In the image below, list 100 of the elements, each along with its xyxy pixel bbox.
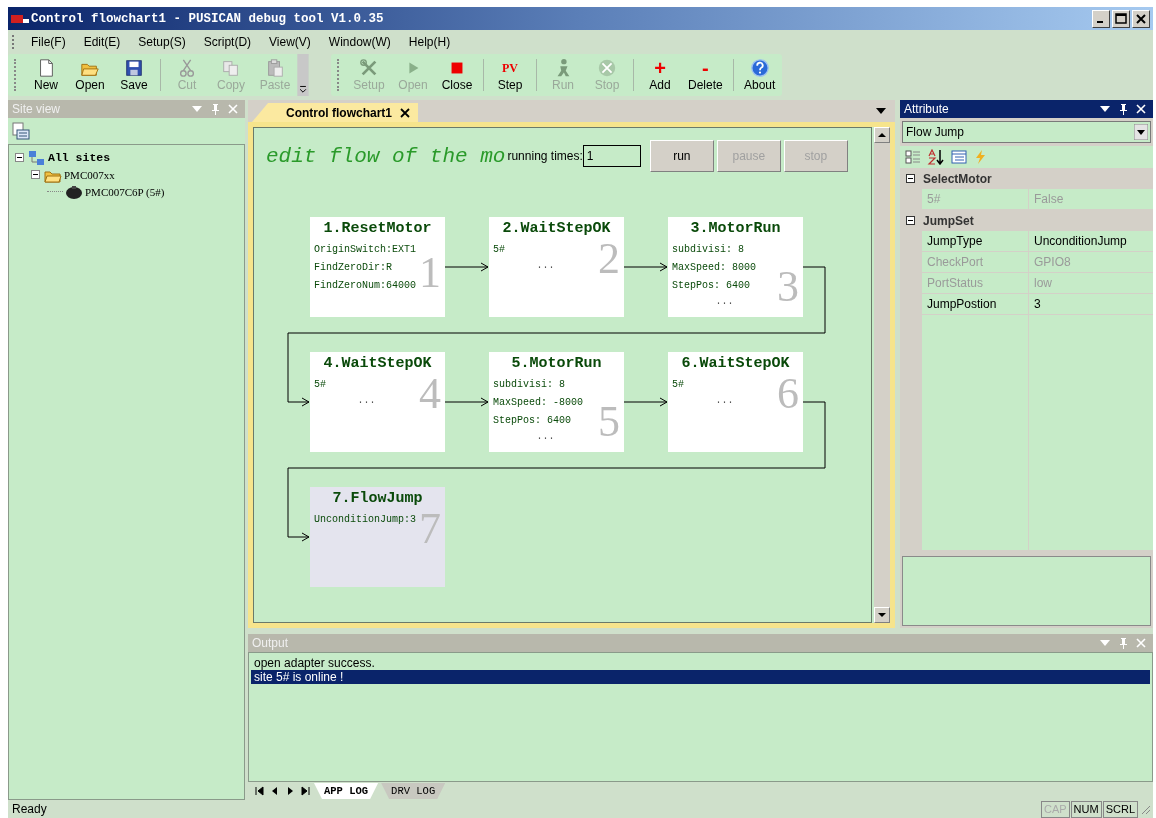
flow-node[interactable]: 6.WaitStepOK 5# ... 6 xyxy=(668,352,803,452)
connector-arrow xyxy=(623,397,668,407)
sort-alpha-icon[interactable] xyxy=(927,149,945,165)
node-title: 6.WaitStepOK xyxy=(680,354,791,374)
node-text: FindZeroDir:R xyxy=(314,261,393,275)
node-text: 5# xyxy=(314,378,327,392)
connector-arrow xyxy=(444,397,489,407)
help-icon xyxy=(749,58,770,78)
menu-item[interactable]: Edit(E) xyxy=(74,34,130,49)
panel-title: Output xyxy=(252,636,290,650)
collapse-icon[interactable] xyxy=(15,153,24,162)
log-tab[interactable]: DRV LOG xyxy=(381,783,446,799)
network-icon xyxy=(28,149,46,166)
tree-item[interactable]: All sites xyxy=(48,151,111,164)
flow-node[interactable]: 5.MotorRun subdivisi: 8 MaxSpeed: -8000 StepPos: 6400 ... 5 xyxy=(489,352,624,452)
categorized-icon[interactable] xyxy=(905,149,921,165)
toolbar-button[interactable]: Open xyxy=(68,54,112,96)
scroll-up-icon[interactable] xyxy=(874,127,890,143)
node-text: ... xyxy=(714,295,735,309)
clipboard-icon xyxy=(265,58,285,78)
panel-title: Site view xyxy=(12,102,62,116)
property-name[interactable]: JumpType xyxy=(922,231,1028,252)
property-category: SelectMotor xyxy=(923,171,992,186)
node-title: 7.FlowJump xyxy=(331,489,424,509)
node-title: 3.MotorRun xyxy=(689,219,782,239)
step-number: 4 xyxy=(419,376,441,412)
log-tab[interactable]: APP LOG xyxy=(314,783,379,799)
toolbar-button[interactable]: + Add xyxy=(638,54,682,96)
minimize-button[interactable] xyxy=(1092,9,1110,28)
collapse-icon[interactable] xyxy=(906,216,915,225)
collapse-icon[interactable] xyxy=(31,170,40,179)
property-category: JumpSet xyxy=(923,213,974,228)
node-text: MaxSpeed: 8000 xyxy=(672,261,757,275)
node-title: 4.WaitStepOK xyxy=(322,354,433,374)
scroll-down-icon[interactable] xyxy=(874,607,890,623)
node-text: ... xyxy=(714,394,735,408)
node-text: StepPos: 6400 xyxy=(672,279,751,293)
menu-item[interactable]: Help(H) xyxy=(399,34,460,49)
menu-item[interactable]: Script(D) xyxy=(194,34,261,49)
property-name[interactable]: JumpPostion xyxy=(922,294,1028,315)
toolbar-button[interactable]: About xyxy=(737,54,782,96)
window-title: Control flowchart1 - PUSICAN debug tool V1.0.35 xyxy=(31,11,384,26)
tools-icon xyxy=(359,58,379,78)
status-text: Ready xyxy=(11,802,47,816)
flow-node[interactable]: 4.WaitStepOK 5# ... 4 xyxy=(310,352,445,452)
app-logo-icon xyxy=(11,13,29,24)
node-text: 5# xyxy=(493,243,506,257)
property-value[interactable]: 3 xyxy=(1029,294,1153,315)
node-text: ... xyxy=(535,259,556,273)
step-number: 6 xyxy=(777,376,799,412)
running-times-field[interactable]: 1 xyxy=(582,145,641,167)
connector-arrow xyxy=(287,532,310,542)
menu-item[interactable]: Window(W) xyxy=(319,34,400,49)
step-number: 5 xyxy=(598,404,620,440)
node-text: ... xyxy=(535,430,556,444)
toolbar-button[interactable]: PV Step xyxy=(488,54,532,96)
tree-item[interactable]: PMC007C6P (5#) xyxy=(85,185,165,198)
connector-arrow xyxy=(287,397,310,407)
first-icon[interactable] xyxy=(254,785,266,797)
close-icon[interactable] xyxy=(400,107,410,118)
save-icon xyxy=(124,58,144,78)
flow-button[interactable]: run xyxy=(649,140,714,172)
pin-icon[interactable] xyxy=(1117,103,1129,115)
node-text: UnconditionJump:3 xyxy=(314,513,418,527)
toolbar-button[interactable]: Close xyxy=(435,54,479,96)
log-line[interactable]: open adapter success. xyxy=(251,656,1150,670)
overflow-icon[interactable] xyxy=(297,54,309,96)
server-list-icon[interactable] xyxy=(12,122,30,140)
menu-item[interactable]: View(V) xyxy=(260,34,320,49)
node-text: FindZeroNum:64000 xyxy=(314,279,418,293)
running-times-label: running times: xyxy=(507,149,583,163)
step-number: 1 xyxy=(419,255,441,291)
last-icon[interactable] xyxy=(299,785,311,797)
connector-arrow xyxy=(444,262,489,272)
panel-title: Attribute xyxy=(904,102,950,116)
node-title: 1.ResetMotor xyxy=(322,219,433,239)
node-text: OriginSwitch:EXT1 xyxy=(314,243,418,257)
toolbar-button[interactable]: New xyxy=(24,54,68,96)
scrollbar[interactable] xyxy=(874,127,890,623)
menu-item[interactable]: Setup(S) xyxy=(129,34,195,49)
motor-icon xyxy=(65,183,83,200)
flow-node[interactable]: 3.MotorRun subdivisi: 8 MaxSpeed: 8000 StepPos: 6400 ... 3 xyxy=(668,217,803,317)
node-text: subdivisi: 8 xyxy=(493,378,566,392)
tree-item[interactable]: PMC007xx xyxy=(64,168,115,181)
property-value[interactable]: UnconditionJump xyxy=(1029,231,1153,252)
object-dropdown[interactable]: Flow Jump xyxy=(902,121,1151,143)
collapse-icon[interactable] xyxy=(906,174,915,183)
document-tab[interactable]: Control flowchart1 xyxy=(252,103,418,122)
step-number: 2 xyxy=(598,241,620,277)
menu-item[interactable]: File(F) xyxy=(22,34,75,49)
flow-node[interactable]: 2.WaitStepOK 5# ... 2 xyxy=(489,217,624,317)
status-indicator: SCRL xyxy=(1102,800,1138,818)
resize-grip-icon[interactable] xyxy=(1139,803,1151,815)
toolbar-button[interactable]: - Delete xyxy=(682,54,729,96)
toolbar-button[interactable]: Save xyxy=(112,54,156,96)
node-text: MaxSpeed: -8000 xyxy=(493,396,584,410)
maximize-button[interactable] xyxy=(1112,9,1130,28)
close-button[interactable] xyxy=(1132,9,1150,28)
node-title: 2.WaitStepOK xyxy=(501,219,612,239)
properties-icon[interactable] xyxy=(951,149,967,165)
